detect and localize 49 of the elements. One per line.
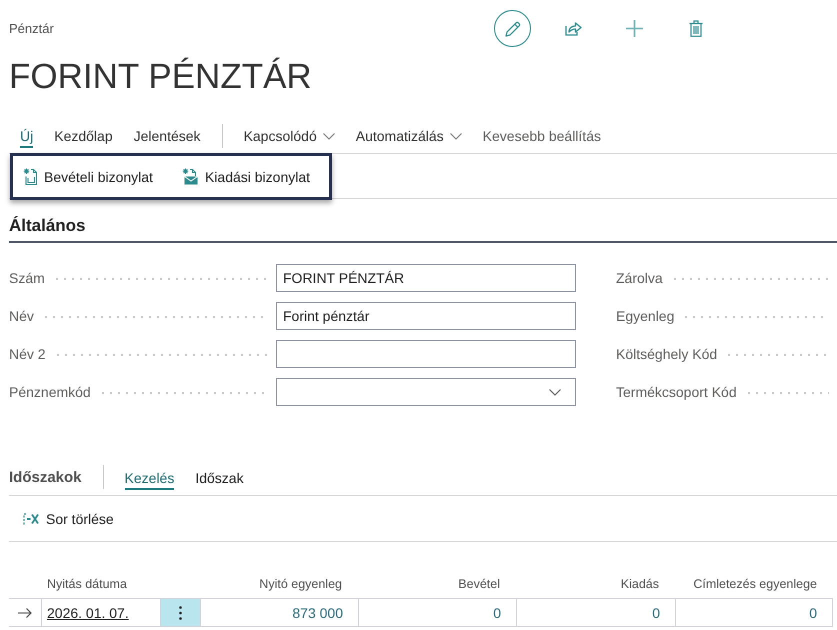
date-link[interactable]: 2026. 01. 07. [42, 604, 129, 620]
chevron-icon [450, 133, 462, 140]
column-header: Kiadás [620, 576, 660, 593]
field-label: Zárolva [616, 270, 663, 286]
text-field[interactable] [276, 340, 576, 368]
column-header: Címletezés egyenlege [692, 576, 818, 593]
action-button[interactable]: Kiadási bizonylat [182, 168, 310, 185]
field-label: Név [9, 308, 34, 324]
field-label: Egyenleg [616, 308, 674, 324]
plus-icon[interactable] [626, 20, 643, 37]
vertical-dots-icon [179, 606, 182, 620]
column-header: Bevétel [457, 576, 501, 593]
delete-row-button[interactable]: Sor törlése [23, 510, 114, 526]
amount-cell: 873 000 [200, 599, 358, 626]
field-label: Költséghely Kód [616, 346, 718, 362]
text-field[interactable]: FORINT PÉNZTÁR [276, 264, 576, 292]
action-tab[interactable]: Jelentések [134, 126, 201, 148]
action-button[interactable]: Bevételi bizonylat [23, 168, 153, 185]
breadcrumb: Pénztár [9, 21, 55, 36]
subpage-tab[interactable]: Időszak [195, 468, 244, 490]
document-envelope-icon [182, 168, 198, 185]
amount-cell: 0 [358, 599, 516, 626]
section-title: Általános [9, 216, 86, 235]
menu-tab[interactable]: Kapcsolódó [244, 126, 335, 148]
share-icon[interactable] [565, 21, 582, 36]
menu-tab[interactable]: Automatizálás [356, 126, 462, 148]
field-label: Pénznemkód [9, 384, 91, 400]
column-header: Nyitás dátuma [46, 576, 128, 593]
page-title: FORINT PÉNZTÁR [9, 56, 313, 98]
column-header: Nyitó egyenleg [258, 576, 343, 593]
subpage-tab[interactable]: Kezelés [124, 468, 174, 490]
amount-cell: 0 [675, 599, 833, 626]
amount-cell: 0 [516, 599, 675, 626]
action-tab[interactable]: Kezdőlap [54, 126, 113, 148]
pencil-icon [504, 20, 522, 38]
chevron-icon [322, 133, 335, 140]
new-document-icon [23, 168, 37, 185]
action-tab[interactable]: Új [20, 126, 34, 148]
row-delete-icon [23, 512, 39, 524]
trash-icon[interactable] [688, 20, 702, 37]
subpage-title: Időszakok [9, 468, 82, 488]
dropdown-field[interactable] [276, 378, 576, 406]
text-field[interactable]: Forint pénztár [276, 302, 576, 330]
chevron-icon [549, 388, 561, 396]
options-link[interactable]: Kevesebb beállítás [482, 126, 601, 148]
field-label: Név 2 [9, 346, 46, 362]
field-label: Termékcsoport Kód [616, 384, 737, 400]
edit-button[interactable] [494, 10, 531, 47]
field-label: Szám [9, 270, 45, 286]
